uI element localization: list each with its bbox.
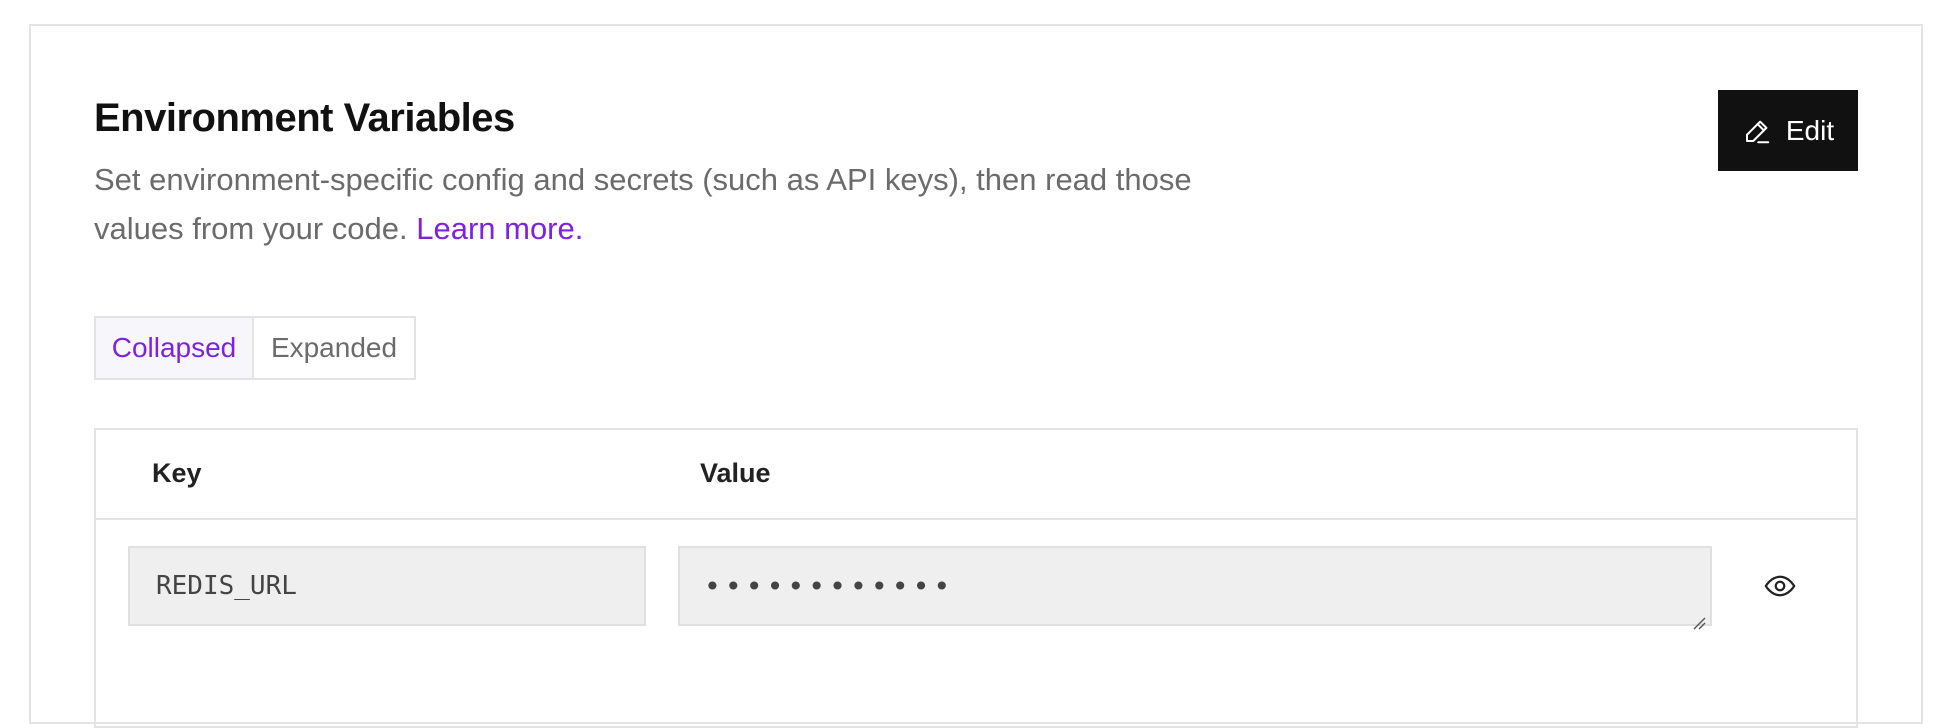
column-header-key: Key xyxy=(152,458,202,488)
edit-button-label: Edit xyxy=(1785,114,1835,146)
edit-button[interactable]: Edit xyxy=(1718,90,1858,171)
section-description: Set environment-specific config and secr… xyxy=(94,155,1274,253)
pencil-icon xyxy=(1742,116,1772,146)
value-input[interactable]: •••••••••••• xyxy=(678,546,1712,630)
learn-more-link[interactable]: Learn more. xyxy=(416,211,583,246)
table-header: Key Value xyxy=(96,430,1856,520)
view-toggle: Collapsed Expanded xyxy=(94,316,416,380)
description-text: Set environment-specific config and secr… xyxy=(94,162,1192,246)
masked-value: •••••••••••• xyxy=(704,569,955,603)
resize-handle-icon[interactable] xyxy=(1690,604,1706,630)
toggle-collapsed[interactable]: Collapsed xyxy=(96,318,254,378)
section-title: Environment Variables xyxy=(94,96,515,140)
column-header-value: Value xyxy=(700,458,771,488)
reveal-value-button[interactable] xyxy=(1758,564,1802,608)
toggle-expanded[interactable]: Expanded xyxy=(254,318,414,378)
eye-icon xyxy=(1763,569,1797,603)
key-input[interactable]: REDIS_URL xyxy=(128,546,646,626)
env-variables-table: Key Value REDIS_URL •••••••••••• xyxy=(94,428,1858,728)
